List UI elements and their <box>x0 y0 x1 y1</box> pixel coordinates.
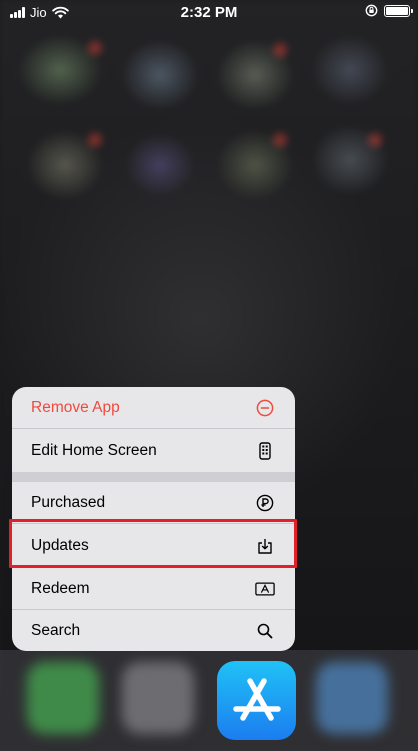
menu-item-label: Redeem <box>31 579 90 597</box>
app-context-menu: Remove App Edit Home Screen Purchased Up… <box>12 387 295 651</box>
phone-screen-icon <box>255 441 275 461</box>
status-time: 2:32 PM <box>180 4 238 21</box>
app-store-glyph-icon <box>232 677 281 721</box>
status-bar: Jio 2:32 PM <box>0 0 418 26</box>
menu-section-separator <box>12 472 295 482</box>
menu-item-redeem[interactable]: Redeem <box>12 568 295 610</box>
safari-app-icon[interactable] <box>316 662 388 734</box>
menu-item-label: Purchased <box>31 493 106 511</box>
messages-app-icon[interactable] <box>122 662 194 734</box>
menu-item-remove-app[interactable]: Remove App <box>12 387 295 429</box>
gift-card-icon <box>255 579 275 599</box>
battery-level <box>386 6 408 15</box>
download-tray-icon <box>255 536 275 556</box>
orientation-lock-icon <box>365 4 378 17</box>
battery-icon <box>384 4 413 17</box>
menu-item-label: Updates <box>31 536 89 554</box>
menu-item-search[interactable]: Search <box>12 610 295 651</box>
menu-item-edit-home-screen[interactable]: Edit Home Screen <box>12 430 295 472</box>
menu-item-label: Search <box>31 622 81 639</box>
menu-item-purchased[interactable]: Purchased <box>12 482 295 524</box>
menu-item-updates[interactable]: Updates <box>12 525 295 567</box>
status-right <box>365 4 413 17</box>
search-icon <box>255 621 275 641</box>
menu-item-label: Edit Home Screen <box>31 442 157 459</box>
purchased-p-icon <box>255 493 275 513</box>
minus-circle-icon <box>255 398 275 418</box>
app-store-icon[interactable] <box>217 661 296 740</box>
dock <box>0 650 418 751</box>
menu-item-label: Remove App <box>31 398 120 416</box>
phone-app-icon[interactable] <box>27 662 99 734</box>
